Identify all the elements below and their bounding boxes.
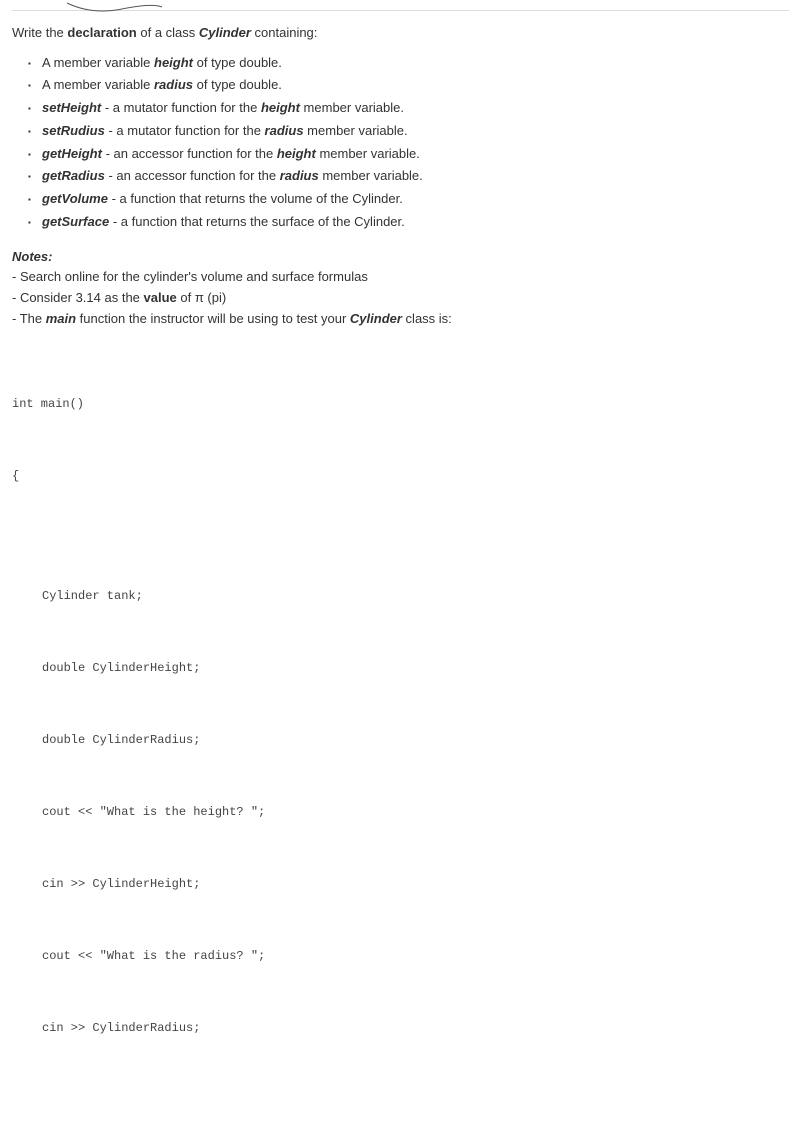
list-item: getSurface - a function that returns the… — [42, 212, 789, 233]
list-item: A member variable radius of type double. — [42, 75, 789, 96]
code-line: cout << "What is the height? "; — [42, 800, 789, 824]
list-item: setHeight - a mutator function for the h… — [42, 98, 789, 119]
intro-suffix: containing: — [251, 25, 318, 40]
notes-line-1: - Search online for the cylinder's volum… — [12, 267, 789, 288]
code-line: { — [12, 464, 789, 488]
code-line: Cylinder tank; — [42, 584, 789, 608]
intro-declaration: declaration — [67, 25, 136, 40]
notes-line-2: - Consider 3.14 as the value of π (pi) — [12, 288, 789, 309]
top-divider — [12, 10, 789, 11]
code-line: cin >> CylinderRadius; — [42, 1016, 789, 1040]
list-item: setRudius - a mutator function for the r… — [42, 121, 789, 142]
notes-block: - Search online for the cylinder's volum… — [12, 267, 789, 329]
code-line: cin >> CylinderHeight; — [42, 872, 789, 896]
scribble-decoration — [62, 1, 172, 17]
code-line — [42, 1088, 789, 1112]
notes-line-3: - The main function the instructor will … — [12, 309, 789, 330]
code-block: int main() { Cylinder tank; double Cylin… — [12, 344, 789, 1144]
list-item: getRadius - an accessor function for the… — [42, 166, 789, 187]
code-line: int main() — [12, 392, 789, 416]
notes-heading: Notes: — [12, 247, 789, 267]
code-line: double CylinderHeight; — [42, 656, 789, 680]
list-item: getVolume - a function that returns the … — [42, 189, 789, 210]
intro-classname: Cylinder — [199, 25, 251, 40]
intro-paragraph: Write the declaration of a class Cylinde… — [12, 23, 789, 43]
code-line: double CylinderRadius; — [42, 728, 789, 752]
intro-prefix: Write the — [12, 25, 67, 40]
list-item: getHeight - an accessor function for the… — [42, 144, 789, 165]
list-item: A member variable height of type double. — [42, 53, 789, 74]
code-line: cout << "What is the radius? "; — [42, 944, 789, 968]
requirements-list: A member variable height of type double.… — [12, 53, 789, 233]
intro-mid: of a class — [137, 25, 199, 40]
